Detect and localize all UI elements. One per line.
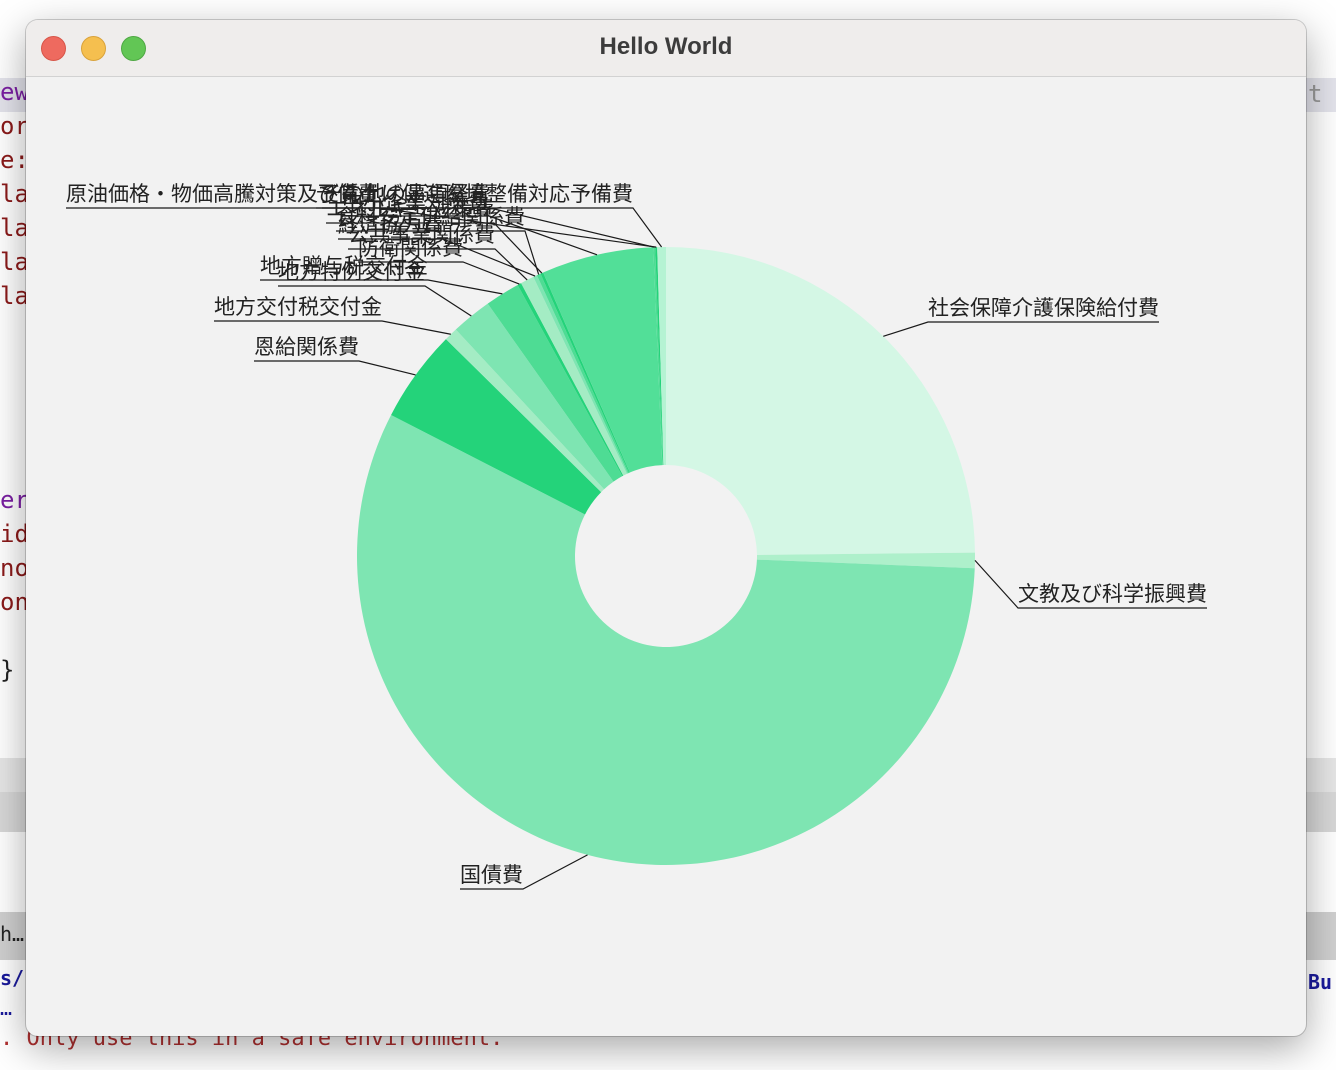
leader-line — [254, 360, 416, 376]
code-fragment: s/ — [0, 966, 25, 990]
code-fragment: er — [0, 486, 29, 514]
code-fragment: e: — [0, 146, 29, 174]
code-fragment: h… — [0, 922, 25, 946]
code-fragment: la — [0, 282, 29, 310]
chart-slices — [357, 247, 975, 865]
code-fragment: on — [0, 588, 29, 616]
code-fragment: no — [0, 554, 29, 582]
slice-label: 原油価格・物価高騰対策及び賃上げ促進環境整備対応予備費 — [66, 182, 633, 206]
donut-slice[interactable] — [666, 247, 975, 555]
code-fragment: ew — [0, 78, 29, 106]
app-window: Hello World 社会保障介護保険給付費 文教及び科学振興費 国債費 恩給関係費… — [26, 20, 1306, 1036]
slice-label: 恩給関係費 — [254, 335, 359, 359]
code-fragment: la — [0, 180, 29, 208]
donut-chart: 社会保障介護保険給付費文教及び科学振興費国債費恩給関係費地方交付税交付金地方特例… — [66, 182, 1207, 890]
leader-line — [214, 320, 451, 335]
code-fragment: … — [0, 996, 13, 1020]
code-fragment: or — [0, 112, 29, 140]
code-fragment-right: Bu — [1308, 970, 1333, 994]
leader-line — [883, 321, 1159, 337]
code-fragment: la — [0, 214, 29, 242]
code-fragment: } — [0, 656, 15, 684]
slice-label: 社会保障介護保険給付費 — [928, 296, 1159, 320]
code-fragment: la — [0, 248, 29, 276]
code-fragment: id — [0, 520, 29, 548]
slice-label: 地方交付税交付金 — [214, 295, 382, 319]
slice-label: 文教及び科学振興費 — [1018, 582, 1207, 606]
code-fragment-right: t — [1308, 80, 1323, 108]
slice-label: 国債費 — [460, 863, 523, 887]
